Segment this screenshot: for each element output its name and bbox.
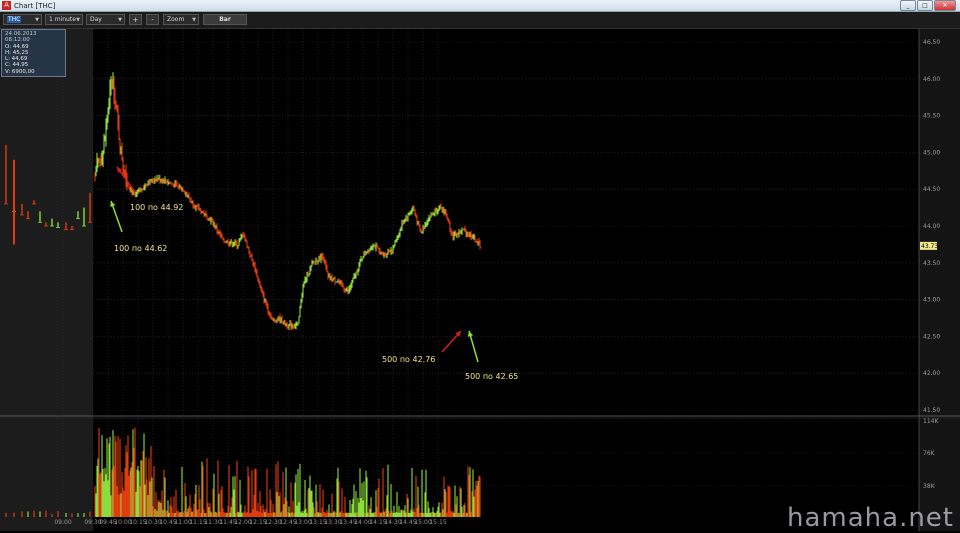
chart-background (93, 29, 919, 531)
annotation-sell-2: 500 по 42.76 (382, 355, 436, 364)
price-chart[interactable]: 09:00 09:3009:4510:0010:1510:3010:4511:00… (0, 0, 960, 531)
price-tick-label: 46.00 (923, 76, 940, 83)
ohlc-info-box: 24.06.2013 08:12:00 O: 44,69 H: 45,25 L:… (1, 29, 66, 77)
volume-tick-label: 76K (923, 450, 936, 457)
time-tick-label: 15:15 (429, 519, 446, 526)
price-tick-label: 43.50 (923, 260, 940, 267)
last-price-label: 43.73 (921, 243, 938, 250)
price-tick-label: 44.50 (923, 186, 940, 193)
ohlc-volume: V: 6900,00 (5, 68, 35, 75)
price-tick-label: 43.00 (923, 297, 940, 304)
volume-tick-label: 114K (923, 418, 939, 425)
price-tick-label: 44.00 (923, 223, 940, 230)
price-tick-label: 46.50 (923, 39, 940, 46)
price-tick-label: 42.00 (923, 370, 940, 377)
premarket-background (0, 29, 93, 531)
time-tick-label: 09:00 (54, 519, 71, 526)
volume-tick-label: 38K (923, 483, 936, 490)
price-tick-label: 41.50 (923, 407, 940, 414)
annotation-buy-2: 500 по 42.65 (465, 372, 519, 381)
annotation-buy-1: 100 по 44.62 (114, 244, 168, 253)
price-tick-label: 45.00 (923, 149, 940, 156)
ohlc-date: 24.06.2013 08:12:00 (5, 31, 37, 44)
price-tick-label: 45.50 (923, 113, 940, 120)
annotation-sell-1: 100 по 44.92 (130, 203, 184, 212)
price-tick-label: 42.50 (923, 333, 940, 340)
watermark: hamaha.net (786, 503, 954, 533)
